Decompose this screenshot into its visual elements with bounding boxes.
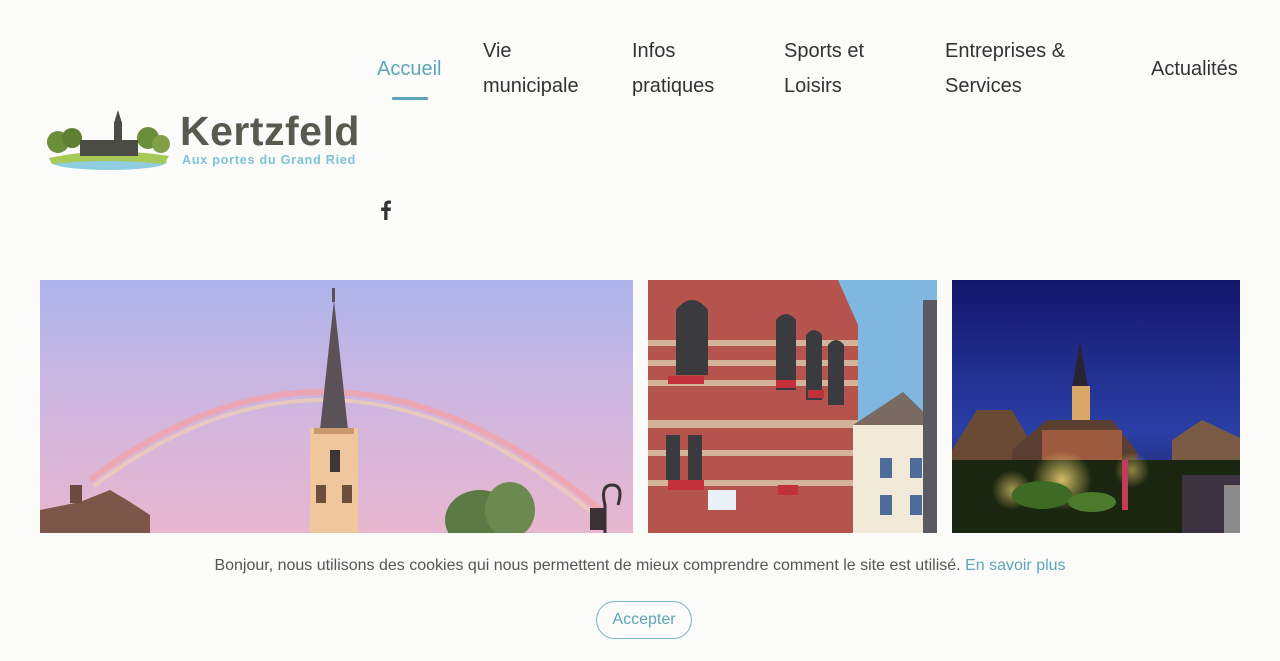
nav-item-sports-loisirs[interactable]: Sports et Loisirs [784,34,884,104]
nav-item-accueil[interactable]: Accueil [377,52,441,87]
site-logo[interactable]: Kertzfeld Aux portes du Grand Ried [44,106,374,176]
cookie-learn-more-link[interactable]: En savoir plus [965,557,1066,574]
photo-night-market[interactable] [952,280,1240,533]
cookie-banner: Bonjour, nous utilisons des cookies qui … [0,533,1280,661]
active-nav-indicator [392,97,428,100]
nav-item-entreprises-services[interactable]: Entreprises & Services [945,34,1075,104]
logo-subtitle: Aux portes du Grand Ried [182,153,357,167]
nav-item-vie-municipale[interactable]: Vie municipale [483,34,593,104]
nav-item-actualites[interactable]: Actualités [1151,52,1238,87]
cookie-message-line: Bonjour, nous utilisons des cookies qui … [0,557,1280,575]
village-logo-icon [47,110,170,170]
nav-item-infos-pratiques[interactable]: Infos pratiques [632,34,732,104]
cookie-message: Bonjour, nous utilisons des cookies qui … [214,557,961,574]
main-navigation: Accueil Vie municipale Infos pratiques S… [0,36,1280,116]
photo-town-hall[interactable] [648,280,937,533]
facebook-icon[interactable] [380,200,392,220]
accept-cookies-button[interactable]: Accepter [596,601,692,639]
photo-church-rainbow[interactable] [40,280,633,533]
